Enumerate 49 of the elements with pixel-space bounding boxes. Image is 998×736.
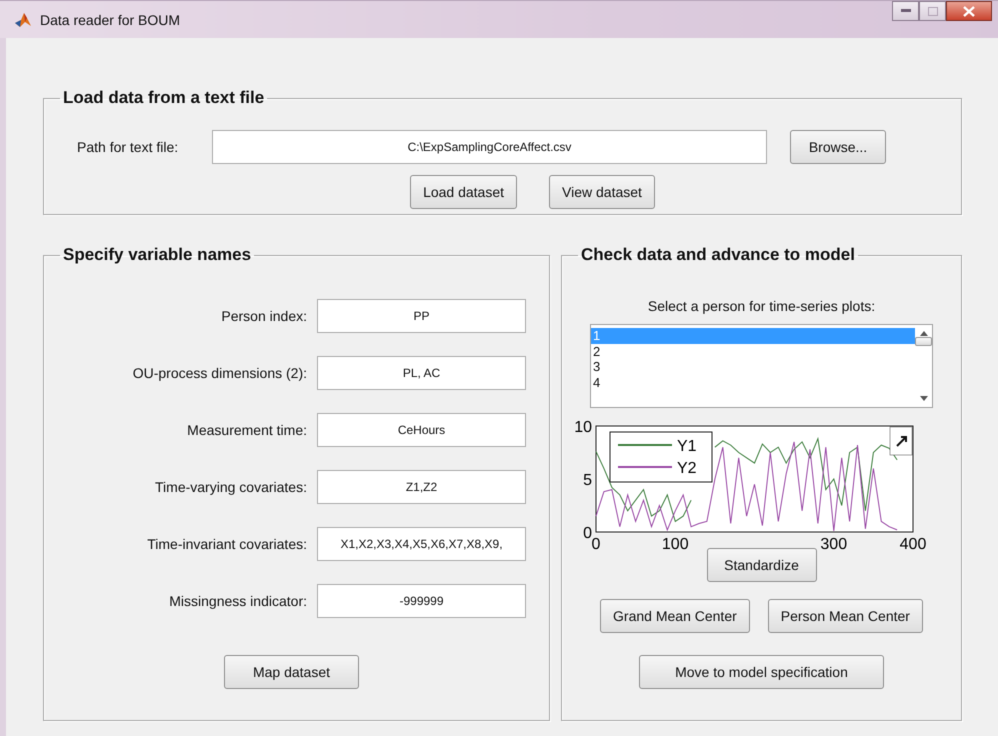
text-field[interactable]: PL, AC <box>317 356 526 390</box>
scroll-thumb[interactable] <box>915 336 932 346</box>
list-caption: Select a person for time-series plots: <box>646 298 876 314</box>
field-label: Path for text file: <box>77 139 180 155</box>
field-label: Measurement time: <box>186 422 307 438</box>
text-field[interactable]: CeHours <box>317 413 526 447</box>
list-item[interactable]: 4 <box>591 374 915 390</box>
axis-tick-label: 0 <box>583 525 592 542</box>
list-item[interactable]: 2 <box>591 344 915 359</box>
axis-tick-label: 5 <box>583 472 592 489</box>
axis-tick-label: 100 <box>662 536 689 553</box>
map-dataset-button[interactable]: Map dataset <box>224 655 359 689</box>
list-item[interactable]: 3 <box>591 359 915 374</box>
close-icon <box>963 6 975 16</box>
group-title: Load data from a text file <box>63 88 264 107</box>
standardize-button[interactable]: Standardize <box>706 548 816 582</box>
maximize-button[interactable] <box>919 1 946 21</box>
field-label: OU-process dimensions (2): <box>132 365 307 381</box>
text-field[interactable]: PP <box>317 299 526 333</box>
scroll-down-icon[interactable] <box>920 396 928 401</box>
axis-tick-label: 0 <box>592 536 600 553</box>
window-title: Data reader for BOUM <box>40 12 182 28</box>
person-list[interactable]: 1 2 3 4 <box>590 324 933 408</box>
axis-tick-label: 400 <box>900 536 926 553</box>
minimize-button[interactable] <box>892 1 919 21</box>
field-label: Missingness indicator: <box>168 593 307 609</box>
minimize-icon <box>900 9 910 13</box>
axis-tick-label: 300 <box>820 536 848 553</box>
app-logo-icon <box>14 10 32 28</box>
dataset-button[interactable]: Load dataset <box>410 175 518 209</box>
axis-tick-label: 10 <box>574 419 592 436</box>
field-label: Time-varying covariates: <box>154 479 307 495</box>
maximize-icon <box>928 6 938 16</box>
group-title: Check data and advance to model <box>581 245 855 264</box>
browse-button[interactable]: Browse... <box>790 130 886 164</box>
text-field[interactable]: Z1,Z2 <box>317 470 526 504</box>
field-label: Time-invariant covariates: <box>146 536 307 552</box>
group-title: Specify variable names <box>63 245 252 264</box>
center-button[interactable]: Person Mean Center <box>768 599 923 633</box>
close-button[interactable] <box>946 1 992 21</box>
path-field[interactable]: C:\ExpSamplingCoreAffect.csv <box>212 130 767 164</box>
legend-label: Y1 <box>677 438 697 455</box>
dataset-button[interactable]: View dataset <box>549 175 655 209</box>
field-label: Person index: <box>220 308 307 324</box>
center-button[interactable]: Grand Mean Center <box>600 599 750 633</box>
legend-label: Y2 <box>677 460 697 477</box>
model-specification-button[interactable]: Move to model specification <box>639 655 884 689</box>
text-field[interactable]: -999999 <box>317 584 526 618</box>
text-field[interactable]: X1,X2,X3,X4,X5,X6,X7,X8,X9, <box>317 527 526 561</box>
